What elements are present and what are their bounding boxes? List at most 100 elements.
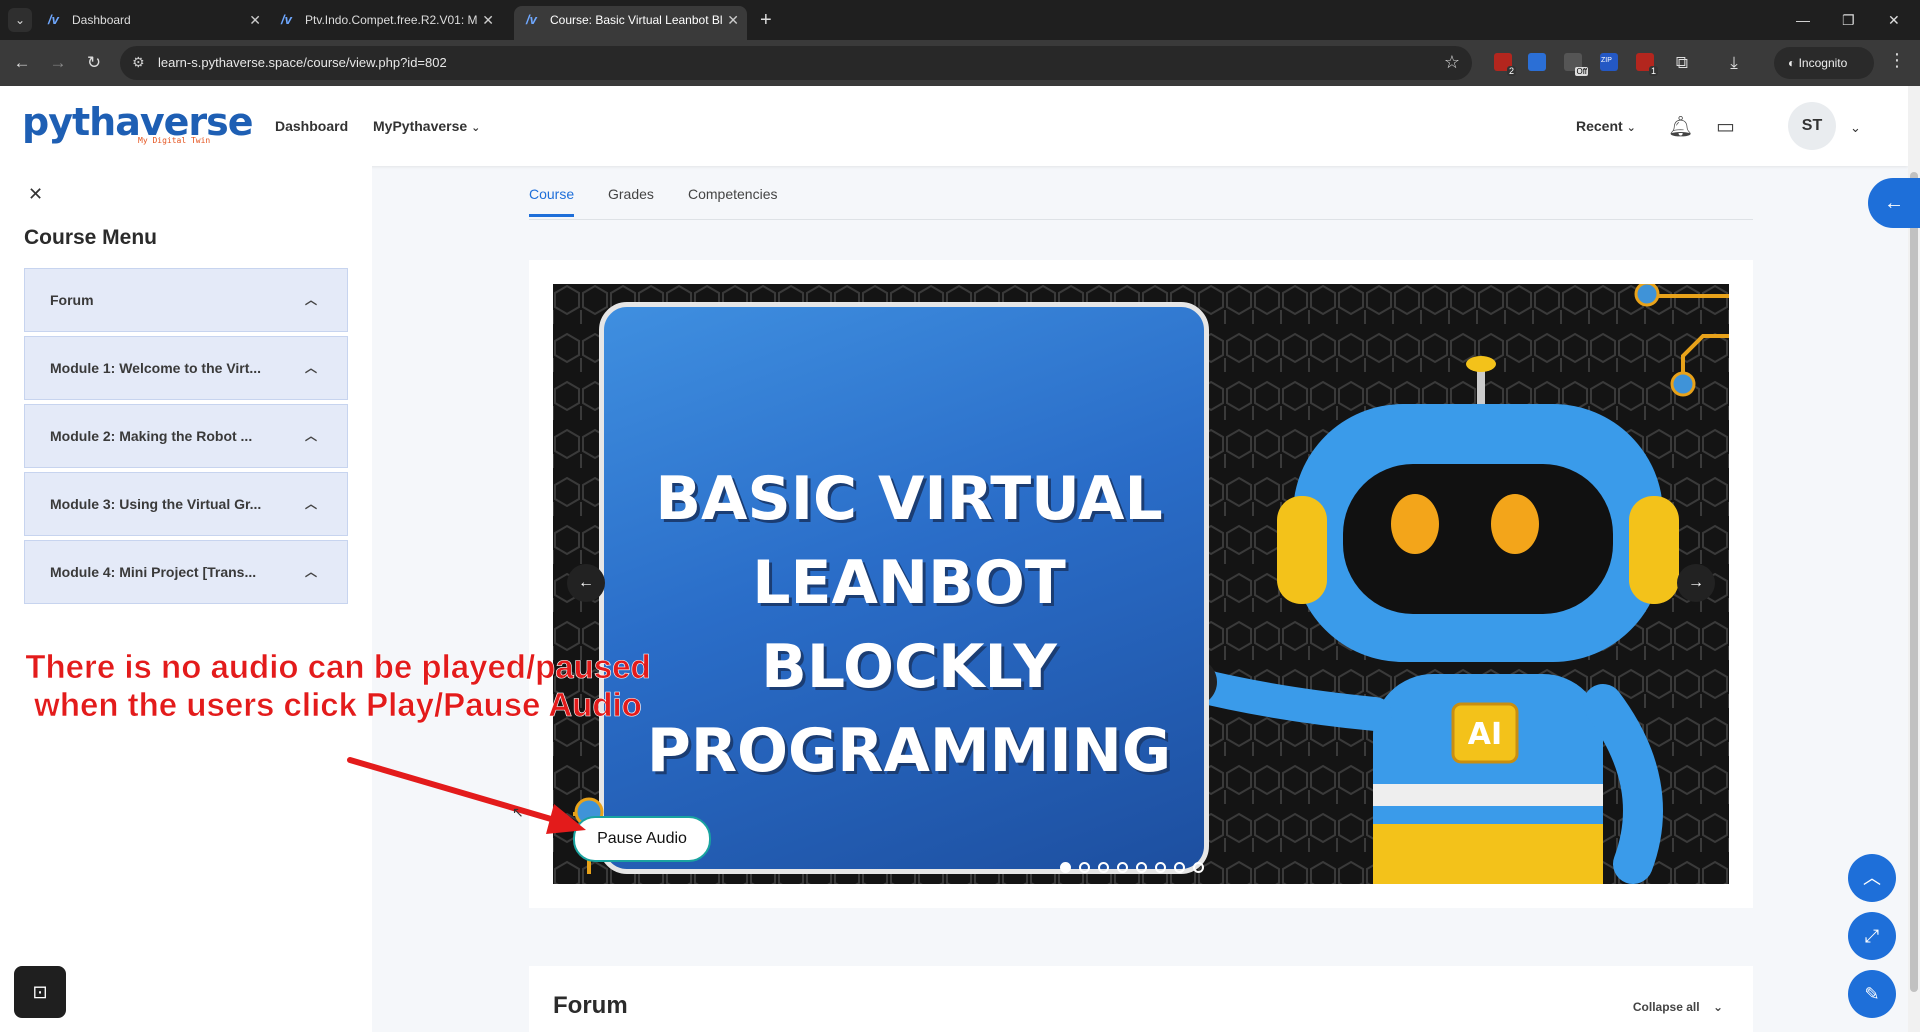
sidebar-item-module-2[interactable]: Module 2: Making the Robot ... ︿ [24, 404, 348, 468]
magic-wand-button[interactable]: ✎ [1848, 970, 1896, 1018]
extension-off-icon[interactable]: Off [1564, 53, 1588, 76]
open-drawer-icon[interactable]: ⊡ [14, 966, 66, 1018]
slider-dot[interactable] [1155, 862, 1166, 873]
slider-prev-arrow-icon[interactable]: ← [567, 564, 605, 602]
chevron-up-icon[interactable]: ︿ [305, 269, 317, 331]
sidebar-item-label: Module 4: Mini Project [Trans... [50, 564, 257, 580]
minimize-icon[interactable]: — [1796, 8, 1810, 32]
extension-red2-icon[interactable]: 1 [1636, 53, 1658, 76]
messages-icon[interactable]: ▭ [1716, 114, 1735, 139]
site-info-icon[interactable]: ⚙ [132, 54, 145, 71]
pythaverse-logo[interactable]: pythaverse My Digital Twin [22, 102, 254, 146]
banner-title-line: PROGRAMMING [646, 716, 1172, 786]
chevron-up-icon[interactable]: ︿ [305, 337, 317, 399]
tab-competencies[interactable]: Competencies [688, 186, 778, 214]
browser-tab-dashboard[interactable]: /v Dashboard ✕ [36, 6, 269, 40]
close-tab-icon[interactable]: ✕ [727, 6, 739, 34]
forum-section-card: Forum Collapse all ⌄ [529, 966, 1753, 1032]
tab-course[interactable]: Course [529, 186, 575, 217]
page-scrollbar-thumb[interactable] [1910, 172, 1918, 992]
nav-dashboard-link[interactable]: Dashboard [275, 118, 348, 134]
slider-dot[interactable] [1060, 862, 1071, 873]
url-text: learn-s.pythaverse.space/course/view.php… [158, 55, 447, 70]
close-tab-icon[interactable]: ✕ [482, 6, 494, 34]
user-avatar[interactable]: ST [1788, 102, 1836, 150]
slider-dot[interactable] [1174, 862, 1185, 873]
annotation-line: There is no audio can be played/paused [25, 648, 651, 686]
extension-red-icon[interactable]: 2 [1494, 53, 1516, 76]
course-menu-title: Course Menu [24, 226, 158, 249]
browser-tab-competition[interactable]: /v Ptv.Indo.Compet.free.R2.V01: M ✕ [269, 6, 502, 40]
browser-menu-icon[interactable]: ⋮ [1888, 50, 1906, 71]
recent-dropdown[interactable]: Recent ⌄ [1576, 118, 1636, 134]
zip-extension-icon[interactable]: ZIP [1600, 53, 1618, 71]
browser-tab-course[interactable]: /v Course: Basic Virtual Leanbot Bl ✕ [514, 6, 747, 40]
banner-title-line: BASIC VIRTUAL [655, 464, 1163, 534]
banner-title-line: LEANBOT BLOCKLY [752, 548, 1066, 702]
sidebar-item-label: Module 1: Welcome to the Virt... [50, 360, 262, 376]
address-bar[interactable]: ⚙ learn-s.pythaverse.space/course/view.p… [120, 46, 1472, 80]
close-tab-icon[interactable]: ✕ [249, 6, 261, 34]
window-close-icon[interactable]: ✕ [1888, 8, 1900, 32]
slider-dot[interactable] [1136, 862, 1147, 873]
tab-title: Dashboard [72, 13, 131, 27]
reload-icon[interactable]: ↻ [82, 51, 106, 75]
back-to-top-button[interactable]: ︿ [1848, 854, 1896, 902]
forward-arrow-icon[interactable]: → [46, 51, 70, 75]
pythaverse-favicon-icon: /v [526, 12, 537, 27]
mouse-cursor-icon: ↖ [512, 804, 524, 820]
sidebar-item-label: Module 2: Making the Robot ... [50, 428, 253, 444]
slider-next-arrow-icon[interactable]: → [1677, 564, 1715, 602]
pythaverse-favicon-icon: /v [48, 12, 59, 27]
nav-mypythaverse-link[interactable]: MyPythaverse ⌄ [373, 118, 480, 134]
nav-mypythaverse-label: MyPythaverse [373, 118, 468, 134]
incognito-label: Incognito [1798, 56, 1848, 70]
translate-extension-icon[interactable] [1528, 53, 1546, 71]
collapse-all-label: Collapse all [1632, 1000, 1700, 1014]
collapse-all-toggle[interactable]: Collapse all ⌄ [1633, 1000, 1723, 1014]
expand-icon: ⤢ [1864, 926, 1880, 946]
sidebar-item-module-3[interactable]: Module 3: Using the Virtual Gr... ︿ [24, 472, 348, 536]
download-icon[interactable]: ⤓ [1722, 51, 1746, 75]
course-banner-card: AI BASIC VIRTUAL LEANBOT BLOCKLY PROGRAM… [529, 260, 1753, 908]
back-arrow-icon[interactable]: ← [10, 51, 34, 75]
chevron-up-icon[interactable]: ︿ [305, 473, 317, 535]
recent-label: Recent [1576, 118, 1623, 134]
restore-icon[interactable]: ❐ [1842, 8, 1855, 32]
close-drawer-icon[interactable]: ✕ [28, 184, 43, 205]
sidebar-item-forum[interactable]: Forum ︿ [24, 268, 348, 332]
chevron-up-icon[interactable]: ︿ [305, 405, 317, 467]
open-block-drawer-button[interactable]: ← [1868, 178, 1920, 228]
annotation-line: when the users click Play/Pause Audio [34, 686, 642, 724]
slider-pagination[interactable] [1060, 860, 1212, 874]
chevron-down-icon: ⌄ [1712, 1000, 1723, 1014]
chevron-down-icon: ⌄ [471, 122, 481, 134]
magic-wand-icon: ✎ [1864, 984, 1880, 1004]
title-panel: BASIC VIRTUAL LEANBOT BLOCKLY PROGRAMMIN… [599, 302, 1209, 874]
arrow-left-icon: ← [1884, 192, 1904, 214]
incognito-indicator[interactable]: ◐ Incognito [1774, 47, 1874, 79]
browser-toolbar: ← → ↻ ⚙ learn-s.pythaverse.space/course/… [0, 40, 1920, 86]
notification-bell-icon[interactable]: 🔔︎ [1668, 114, 1693, 139]
tab-grades[interactable]: Grades [608, 186, 654, 214]
user-menu-chevron-icon[interactable]: ⌄ [1850, 120, 1861, 136]
logo-tagline: My Digital Twin [138, 136, 211, 145]
bookmark-star-icon[interactable]: ☆ [1444, 52, 1460, 73]
extension-badge: Off [1575, 67, 1588, 76]
sidebar-item-module-1[interactable]: Module 1: Welcome to the Virt... ︿ [24, 336, 348, 400]
browser-tab-strip: ⌄ /v Dashboard ✕ /v Ptv.Indo.Compet.free… [0, 0, 1920, 40]
chevron-up-icon[interactable]: ︿ [305, 541, 317, 603]
extensions-puzzle-icon[interactable]: ⧉ [1670, 51, 1694, 75]
pythaverse-favicon-icon: /v [281, 12, 292, 27]
sidebar-item-module-4[interactable]: Module 4: Mini Project [Trans... ︿ [24, 540, 348, 604]
sidebar-item-label: Module 3: Using the Virtual Gr... [50, 496, 262, 512]
robot-chest-label: AI [1468, 717, 1502, 752]
slider-dot[interactable] [1098, 862, 1109, 873]
new-tab-plus-icon[interactable]: + [760, 8, 772, 32]
fullscreen-button[interactable]: ⤢ [1848, 912, 1896, 960]
slider-dot[interactable] [1117, 862, 1128, 873]
tab-search-chevron-icon[interactable]: ⌄ [8, 8, 32, 32]
slider-dot[interactable] [1079, 862, 1090, 873]
extension-badge: 2 [1506, 66, 1516, 76]
slider-dot[interactable] [1193, 862, 1204, 873]
